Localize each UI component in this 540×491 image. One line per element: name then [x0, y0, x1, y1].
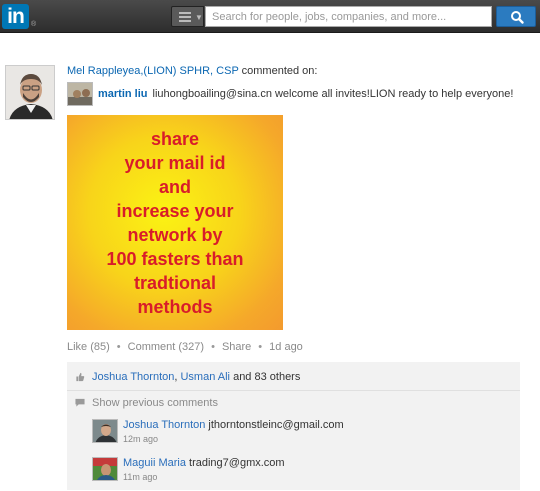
separator-dot: •: [211, 341, 215, 353]
post-actions: Like (85) • Comment (327) • Share • 1d a…: [67, 341, 303, 353]
search-button[interactable]: [496, 6, 536, 27]
search-icon: [511, 11, 524, 24]
commenter-photo: [68, 83, 92, 105]
search-category-menu[interactable]: ▼: [171, 6, 204, 27]
likes-others-text[interactable]: and 83 others: [230, 371, 300, 383]
caret-down-icon: ▼: [195, 13, 203, 22]
share-link[interactable]: Share: [222, 341, 251, 353]
profile-photo: [6, 66, 54, 119]
top-navigation-bar: in ® ▼: [0, 0, 540, 33]
likes-summary: Joshua Thornton , Usman Ali and 83 other…: [75, 371, 300, 383]
post-image[interactable]: share your mail id and increase your net…: [67, 115, 283, 330]
reply-author-link[interactable]: Joshua Thornton: [123, 419, 205, 431]
post-image-caption: share your mail id and increase your net…: [106, 128, 244, 317]
liker-link[interactable]: Joshua Thornton: [92, 371, 174, 383]
registered-mark: ®: [31, 21, 37, 28]
comment-text: liuhongboailing@sina.cn welcome all invi…: [152, 88, 514, 100]
linkedin-logo[interactable]: in ®: [2, 4, 36, 29]
reply-author-link[interactable]: Maguii Maria: [123, 457, 186, 469]
reply-photo: [93, 420, 117, 442]
actor-avatar[interactable]: [5, 65, 55, 120]
reply-timestamp: 11m ago: [123, 472, 158, 482]
comment-bubble-icon: [75, 398, 85, 407]
show-previous-comments[interactable]: Show previous comments: [75, 397, 218, 409]
social-panel: Joshua Thornton , Usman Ali and 83 other…: [67, 362, 520, 490]
menu-icon: [179, 12, 191, 22]
reply-text: jthorntonstleinc@gmail.com: [208, 419, 344, 431]
original-comment: martin liu liuhongboailing@sina.cn welco…: [67, 82, 513, 106]
actor-name-link[interactable]: Mel Rappleyea,(LION) SPHR, CSP: [67, 65, 239, 77]
thumbs-up-icon: [76, 372, 85, 382]
reply-avatar[interactable]: [92, 419, 118, 443]
reply-body: Joshua Thornton jthorntonstleinc@gmail.c…: [123, 419, 344, 431]
activity-action-text: commented on:: [241, 65, 318, 77]
comment-link[interactable]: Comment (327): [128, 341, 204, 353]
activity-headline: Mel Rappleyea,(LION) SPHR, CSP commented…: [67, 65, 317, 77]
like-link[interactable]: Like (85): [67, 341, 110, 353]
show-previous-label: Show previous comments: [92, 397, 218, 409]
reply-body: Maguii Maria trading7@gmx.com: [123, 457, 285, 469]
separator-dot: •: [258, 341, 263, 353]
linkedin-logo-mark: in: [2, 4, 29, 29]
liker-link[interactable]: Usman Ali: [180, 371, 230, 383]
reply-text: trading7@gmx.com: [189, 457, 285, 469]
commenter-name-link[interactable]: martin liu: [98, 88, 148, 100]
separator-dot: •: [116, 341, 121, 353]
search-input[interactable]: [205, 6, 492, 27]
divider: [67, 390, 520, 391]
post-timestamp: 1d ago: [269, 341, 303, 353]
reply-timestamp: 12m ago: [123, 434, 159, 444]
reply-photo: [93, 458, 117, 480]
commenter-avatar[interactable]: [67, 82, 93, 106]
reply-avatar[interactable]: [92, 457, 118, 481]
